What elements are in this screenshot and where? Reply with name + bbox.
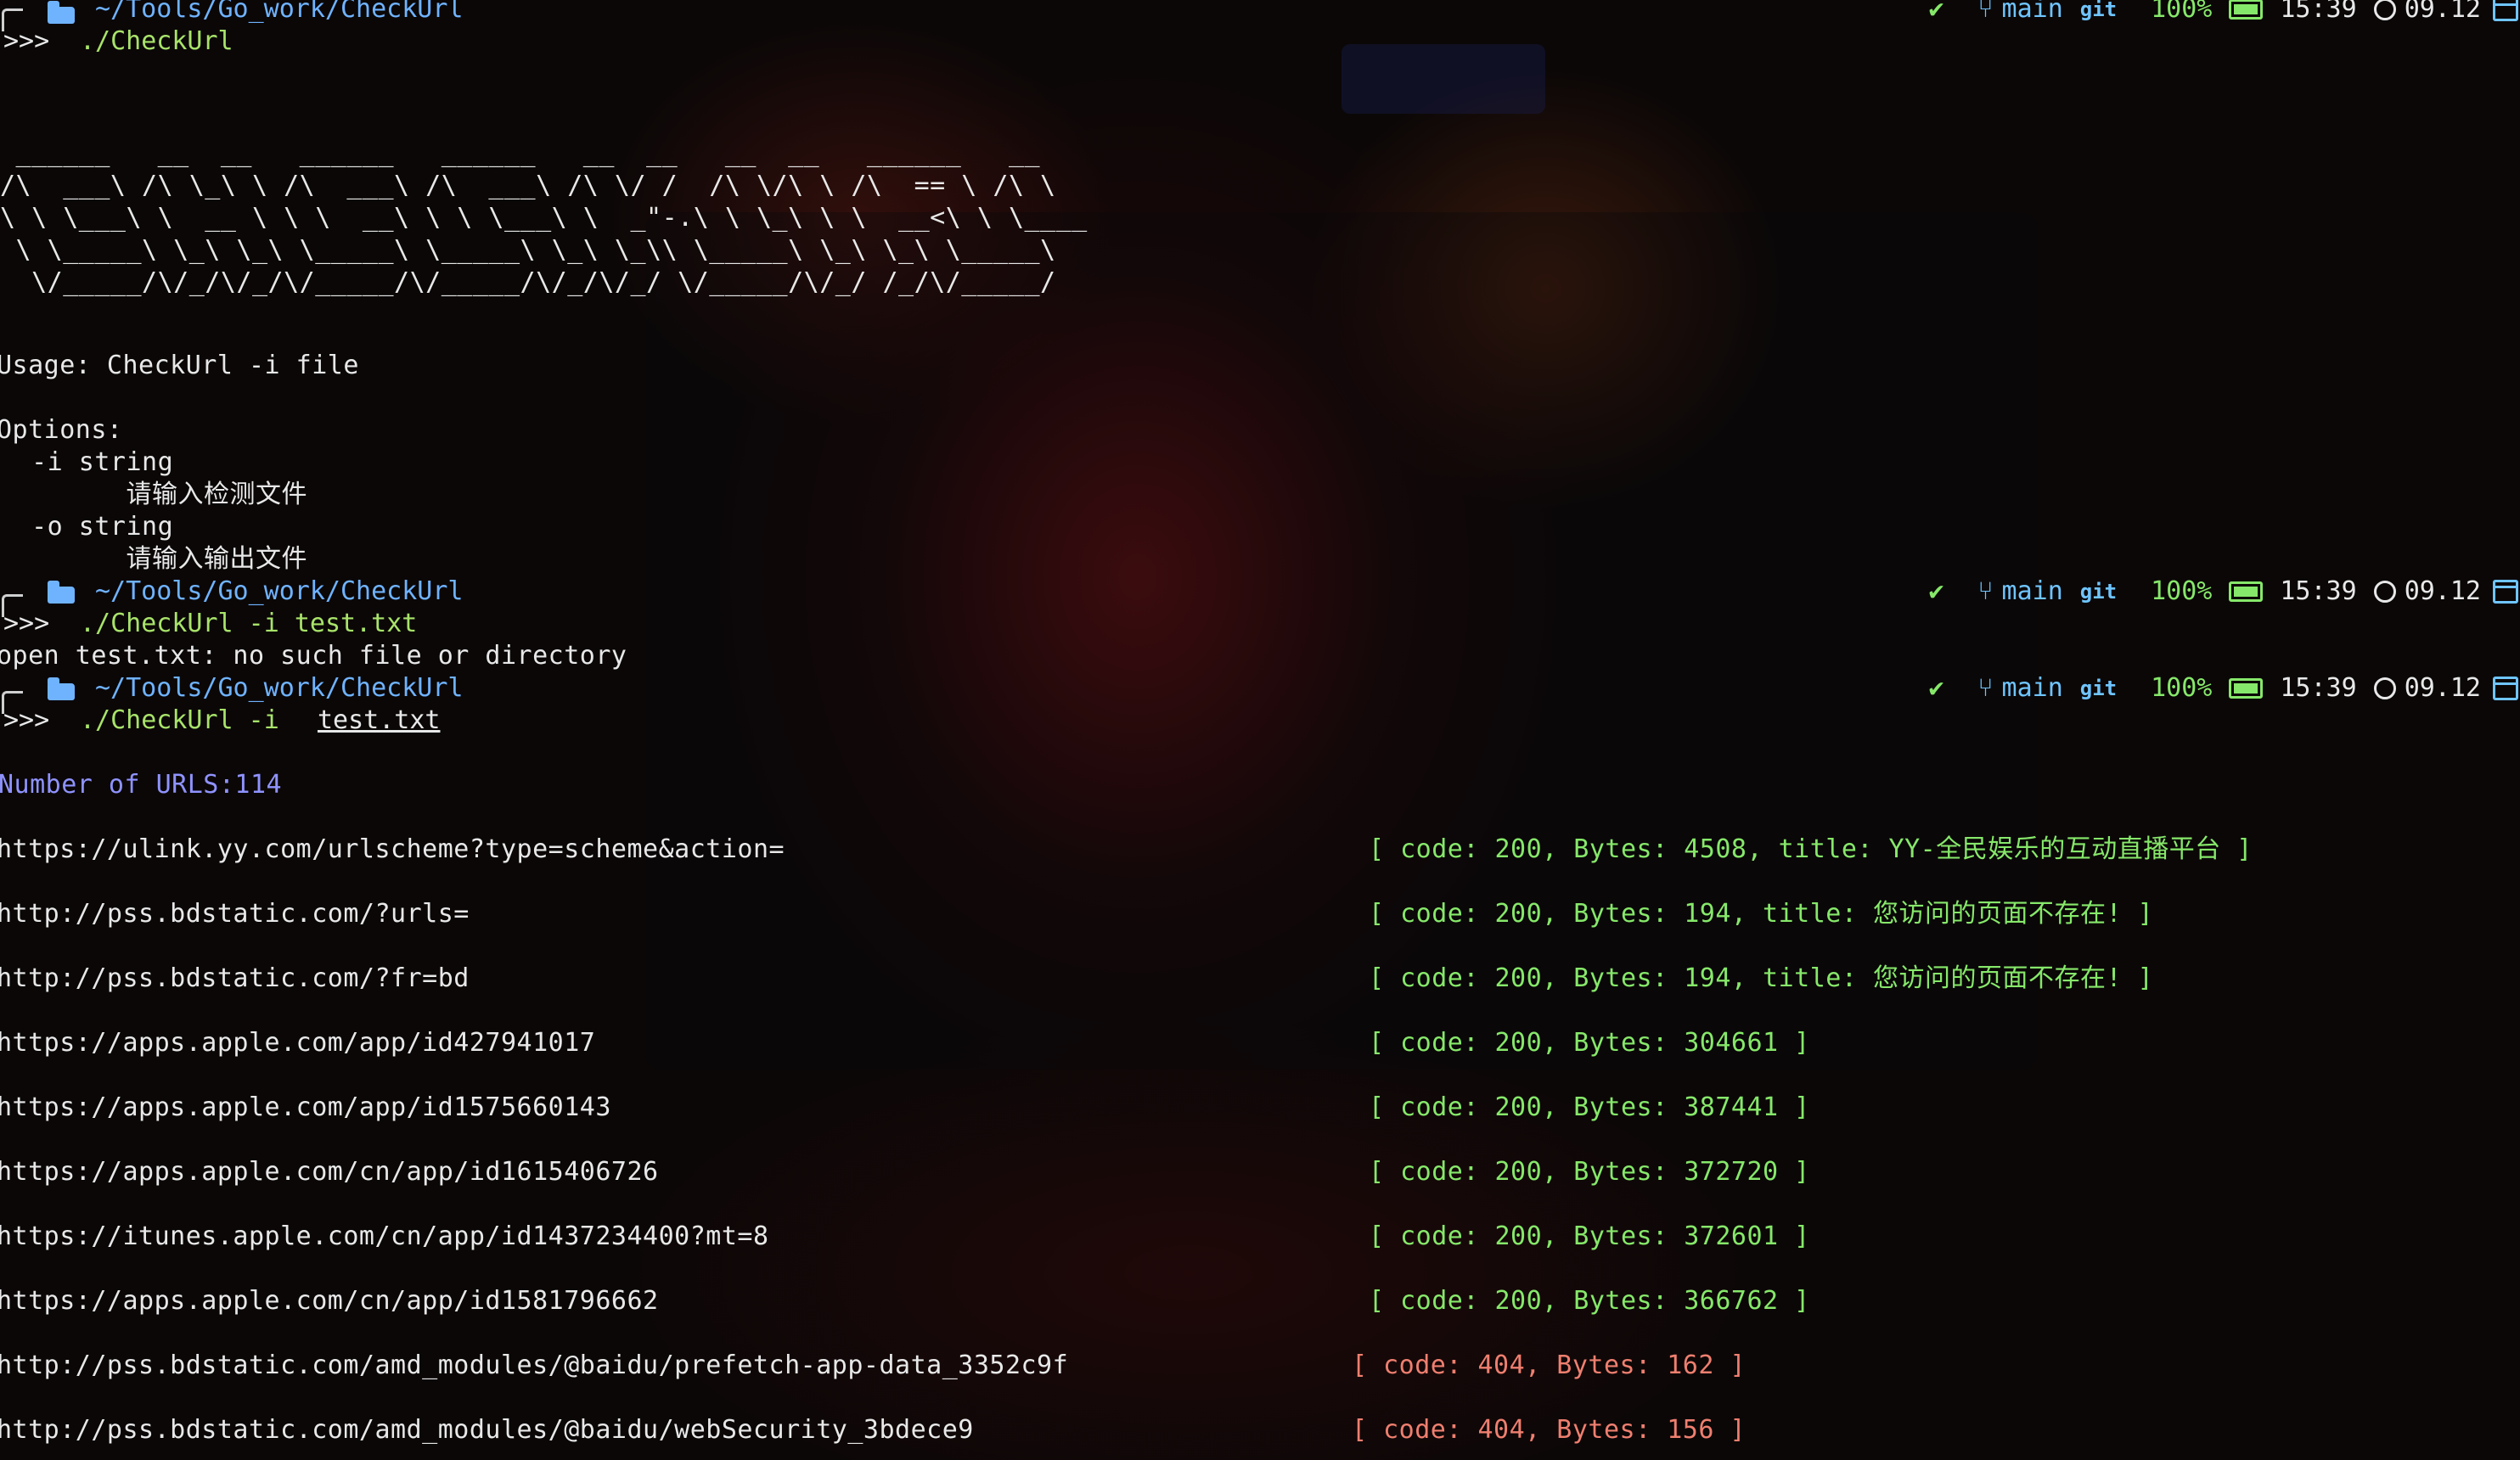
prompt-status: ✔ ⑂ main git 100% 15:39 09.12 [1928, 672, 2518, 705]
result-status: [ code: 200, Bytes: 366762 ] [1369, 1286, 1810, 1316]
calendar-icon [2493, 677, 2518, 700]
check-icon: ✔ [1928, 673, 1944, 703]
result-status: [ code: 200, Bytes: 372720 ] [1369, 1157, 1810, 1187]
battery-percent: 100% [2151, 576, 2213, 606]
vcs-label: git [2079, 677, 2118, 700]
banner-line: /\ ___\ /\ \_\ \ /\ ___\ /\ ___\ /\ \/ /… [0, 171, 1056, 200]
date-text: 09.12 [2404, 673, 2481, 703]
result-status: [ code: 200, Bytes: 194, title: 您访问的页面不存… [1369, 963, 2154, 993]
clock-time: 15:39 [2280, 576, 2357, 606]
battery-percent: 100% [2151, 673, 2213, 703]
clock-time: 15:39 [2280, 673, 2357, 703]
option-flag: -o string [0, 512, 174, 542]
result-url: https://itunes.apple.com/cn/app/id143723… [0, 1221, 769, 1251]
result-status-error: [ code: 404, Bytes: 162 ] [1352, 1350, 1747, 1380]
folder-icon [48, 677, 75, 700]
result-url: https://apps.apple.com/app/id1575660143 [0, 1092, 611, 1122]
option-desc: 请输入输出文件 [0, 544, 307, 574]
clock-icon [2373, 0, 2396, 20]
result-url: http://pss.bdstatic.com/?fr=bd [0, 963, 470, 993]
result-url: https://apps.apple.com/app/id427941017 [0, 1028, 596, 1058]
result-status: [ code: 200, Bytes: 387441 ] [1369, 1092, 1810, 1122]
branch-icon: ⑂ [1977, 673, 1994, 703]
prompt-arrow: >>> [3, 609, 50, 638]
date-text: 09.12 [2404, 576, 2481, 606]
date-text: 09.12 [2404, 0, 2481, 24]
banner-line: \ \ \___\ \ __ \ \ \ __\ \ \ \___\ \ _"-… [0, 203, 1088, 233]
terminal-window[interactable]: ~/Tools/Go_work/CheckUrl >>> ./CheckUrl … [0, 0, 2520, 1460]
banner-line: \ \_____\ \_\ \_\ \_____\ \_____\ \_\ \_… [0, 235, 1056, 265]
branch-name: main [2001, 673, 2063, 703]
check-icon: ✔ [1928, 576, 1944, 606]
options-title: Options: [0, 415, 123, 445]
banner-line: \/_____/\/_/\/_/\/_____/\/_____/\/_/\/_/… [0, 267, 1056, 297]
battery-icon [2229, 0, 2264, 20]
vcs-label: git [2079, 0, 2118, 21]
prompt-status: ✔ ⑂ main git 100% 15:39 09.12 [1928, 0, 2518, 25]
battery-icon [2229, 678, 2264, 699]
command-text: ./CheckUrl -i [80, 705, 295, 735]
prompt-status: ✔ ⑂ main git 100% 15:39 09.12 [1928, 576, 2518, 608]
result-status: [ code: 200, Bytes: 4508, title: YY-全民娱乐… [1369, 834, 2253, 864]
prompt-path: ~/Tools/Go_work/CheckUrl [95, 673, 464, 703]
prompt-path: ~/Tools/Go_work/CheckUrl [95, 0, 464, 24]
folder-icon [48, 581, 75, 604]
result-url: http://pss.bdstatic.com/?urls= [0, 899, 470, 929]
url-count: Number of URLS:114 [0, 770, 283, 800]
prompt-arrow: >>> [3, 705, 50, 735]
option-flag: -i string [0, 447, 174, 477]
battery-percent: 100% [2151, 0, 2213, 24]
check-icon: ✔ [1928, 0, 1944, 24]
result-status: [ code: 200, Bytes: 372601 ] [1369, 1221, 1810, 1251]
vcs-label: git [2079, 580, 2118, 604]
battery-icon [2229, 581, 2264, 602]
command-text: ./CheckUrl -i test.txt [80, 609, 418, 638]
result-url: https://ulink.yy.com/urlscheme?type=sche… [0, 834, 785, 864]
result-status-error: [ code: 404, Bytes: 156 ] [1352, 1415, 1747, 1445]
branch-icon: ⑂ [1977, 0, 1994, 24]
branch-icon: ⑂ [1977, 576, 1994, 606]
command-text: ./CheckUrl [80, 26, 233, 56]
calendar-icon [2493, 580, 2518, 604]
clock-icon [2373, 677, 2396, 699]
calendar-icon [2493, 0, 2518, 21]
usage-text: Usage: CheckUrl -i file [0, 351, 359, 380]
prompt-path: ~/Tools/Go_work/CheckUrl [95, 576, 464, 606]
result-url: http://pss.bdstatic.com/amd_modules/@bai… [0, 1415, 974, 1445]
clock-icon [2373, 581, 2396, 603]
result-url: https://apps.apple.com/cn/app/id16154067… [0, 1157, 659, 1187]
command-argument: test.txt [318, 705, 441, 735]
result-url: https://apps.apple.com/cn/app/id15817966… [0, 1286, 659, 1316]
folder-icon [48, 1, 75, 24]
clock-time: 15:39 [2280, 0, 2357, 24]
branch-name: main [2001, 0, 2063, 24]
result-status: [ code: 200, Bytes: 304661 ] [1369, 1028, 1810, 1058]
result-url: http://pss.bdstatic.com/amd_modules/@bai… [0, 1350, 1069, 1380]
branch-name: main [2001, 576, 2063, 606]
option-desc: 请输入检测文件 [0, 480, 307, 509]
error-output: open test.txt: no such file or directory [0, 641, 627, 671]
result-status: [ code: 200, Bytes: 194, title: 您访问的页面不存… [1369, 899, 2154, 929]
prompt-arrow: >>> [3, 26, 50, 56]
banner-line: ______ __ __ ______ ______ __ __ __ __ _… [0, 138, 1041, 168]
